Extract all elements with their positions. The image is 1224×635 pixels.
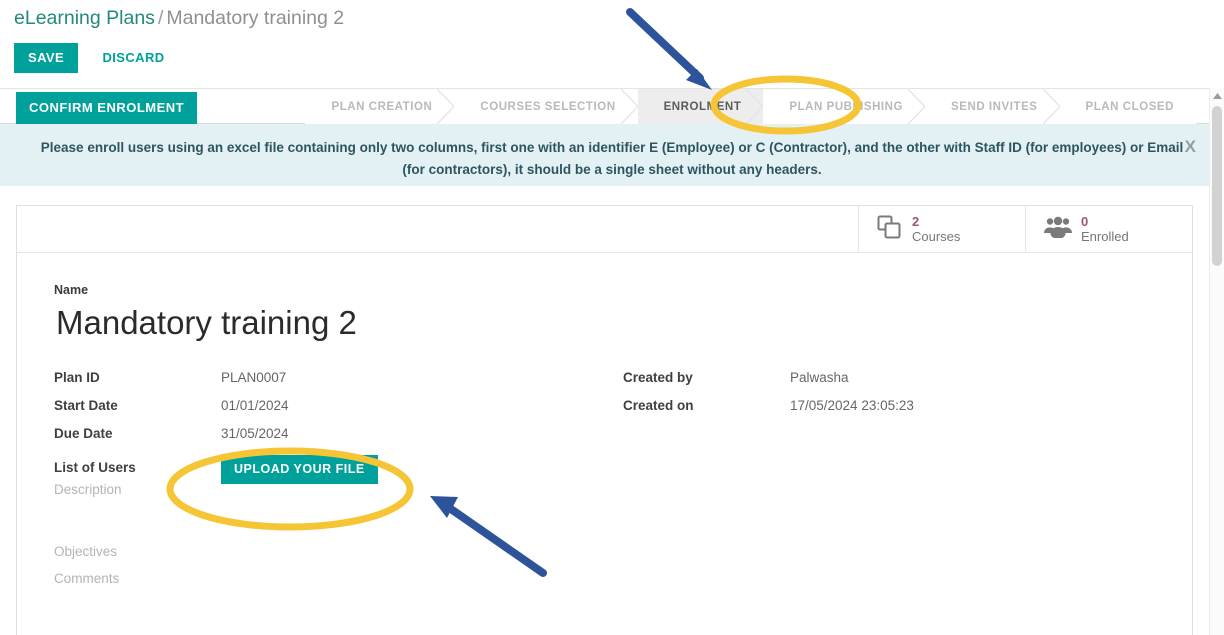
breadcrumb-current: Mandatory training 2 <box>166 7 345 29</box>
field-row-start-date: Start Date 01/01/2024 <box>54 398 623 426</box>
list-of-users-label: List of Users <box>54 460 136 475</box>
stat-value: 0 <box>1081 214 1089 229</box>
banner-line-1: Please enroll users using an excel file … <box>40 140 1184 155</box>
field-label: Created on <box>623 398 694 413</box>
status-step-label: PLAN CLOSED <box>1085 100 1174 113</box>
secondary-placeholder-fields: Objectives Comments <box>54 544 623 598</box>
stat-text: 2 Courses <box>912 214 960 244</box>
breadcrumb-parent-link[interactable]: eLearning Plans <box>14 7 155 29</box>
field-label: Start Date <box>54 398 118 413</box>
field-value[interactable]: PLAN0007 <box>221 370 286 385</box>
banner-line-2: (for contractors), it should be a single… <box>402 162 822 177</box>
breadcrumb-separator: / <box>157 7 164 29</box>
close-icon[interactable]: X <box>1185 138 1196 156</box>
breadcrumb: eLearning Plans / Mandatory training 2 <box>14 5 344 31</box>
status-step-plan-publishing[interactable]: PLAN PUBLISHING <box>763 89 926 124</box>
status-step-label: SEND INVITES <box>951 100 1038 113</box>
upload-your-file-button[interactable]: UPLOAD YOUR FILE <box>221 455 378 484</box>
documents-icon <box>877 215 903 244</box>
discard-button[interactable]: DISCARD <box>93 43 175 73</box>
right-field-column: Created by Palwasha Created on 17/05/2024 2… <box>623 370 1192 598</box>
save-button[interactable]: SAVE <box>14 43 79 73</box>
stat-label: Courses <box>912 229 961 244</box>
field-label: Due Date <box>54 426 113 441</box>
card-header: 2 Courses 0 Enrolled <box>17 206 1192 253</box>
status-bar: CONFIRM ENROLMENT PLAN CREATION COURSES S… <box>0 88 1224 124</box>
chevron-right-icon <box>437 89 456 124</box>
status-step-label: ENROLMENT <box>663 100 742 113</box>
status-step-enrolment[interactable]: ENROLMENT <box>637 89 765 124</box>
status-step-plan-creation[interactable]: PLAN CREATION <box>305 89 456 124</box>
field-columns: Plan ID PLAN0007 Start Date 01/01/2024 Due D… <box>54 370 1192 598</box>
confirm-enrolment-button[interactable]: CONFIRM ENROLMENT <box>16 92 198 124</box>
chevron-right-icon <box>620 89 639 124</box>
stat-label: Enrolled <box>1081 229 1129 244</box>
status-steps: PLAN CREATION COURSES SELECTION ENROLMENT P… <box>305 89 1196 124</box>
status-step-label: PLAN PUBLISHING <box>789 100 904 113</box>
chevron-right-icon <box>908 89 926 124</box>
field-value[interactable]: Palwasha <box>790 370 849 385</box>
field-label: Created by <box>623 370 693 385</box>
vertical-scrollbar[interactable] <box>1209 88 1224 635</box>
field-row-created-by: Created by Palwasha <box>623 370 1192 398</box>
field-row-description: Description <box>54 482 623 510</box>
chevron-right-icon <box>1042 89 1061 124</box>
stat-text: 0 Enrolled <box>1081 214 1129 244</box>
field-row-plan-id: Plan ID PLAN0007 <box>54 370 623 398</box>
stat-value: 2 <box>912 214 920 229</box>
control-panel: eLearning Plans / Mandatory training 2 SAV… <box>0 0 1224 88</box>
plan-form-card: 2 Courses 0 Enrolled Name Mandatory trainin… <box>16 205 1193 635</box>
name-label: Name <box>54 283 89 297</box>
status-step-send-invites[interactable]: SEND INVITES <box>925 89 1061 124</box>
left-field-column: Plan ID PLAN0007 Start Date 01/01/2024 Due D… <box>54 370 623 598</box>
status-step-plan-closed[interactable]: PLAN CLOSED <box>1059 89 1196 124</box>
field-value[interactable]: 31/05/2024 <box>221 426 289 441</box>
field-row-due-date: Due Date 31/05/2024 <box>54 426 623 454</box>
scroll-up-arrow-icon[interactable] <box>1210 88 1224 103</box>
card-body: Name Mandatory training 2 Plan ID PLAN000… <box>17 253 1192 598</box>
field-value[interactable]: 01/01/2024 <box>221 398 289 413</box>
stat-button-group: 2 Courses 0 Enrolled <box>858 206 1192 252</box>
objectives-label: Objectives <box>54 544 118 559</box>
field-row-created-on: Created on 17/05/2024 23:05:23 <box>623 398 1192 426</box>
stat-button-courses[interactable]: 2 Courses <box>858 206 1025 252</box>
stat-button-enrolled[interactable]: 0 Enrolled <box>1025 206 1192 252</box>
field-label: Plan ID <box>54 370 100 385</box>
field-value[interactable]: 17/05/2024 23:05:23 <box>790 398 914 413</box>
status-step-label: COURSES SELECTION <box>480 100 616 113</box>
scrollbar-thumb[interactable] <box>1212 106 1222 266</box>
chevron-right-icon <box>746 89 765 124</box>
description-label: Description <box>54 482 122 497</box>
comments-label: Comments <box>54 571 120 586</box>
field-row-list-of-users: List of Users UPLOAD YOUR FILE <box>54 454 623 484</box>
enrolment-instructions-banner: Please enroll users using an excel file … <box>0 124 1224 186</box>
users-icon <box>1044 216 1072 243</box>
status-step-label: PLAN CREATION <box>331 100 433 113</box>
action-button-row: SAVE DISCARD <box>14 43 175 73</box>
status-step-courses-selection[interactable]: COURSES SELECTION <box>454 89 639 124</box>
page-title: Mandatory training 2 <box>56 304 357 341</box>
